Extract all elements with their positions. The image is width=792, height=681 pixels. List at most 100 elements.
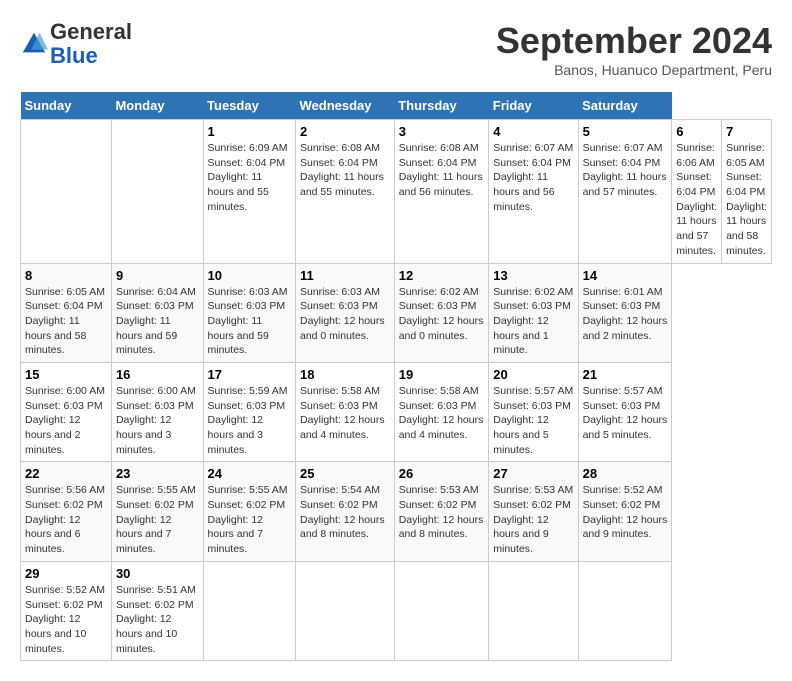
day-info: Sunrise: 6:01 AMSunset: 6:03 PMDaylight:… — [583, 285, 668, 344]
calendar-week-2: 8 Sunrise: 6:05 AMSunset: 6:04 PMDaylight… — [21, 263, 772, 362]
day-info: Sunrise: 6:03 AMSunset: 6:03 PMDaylight:… — [208, 285, 291, 358]
day-number: 22 — [25, 466, 107, 481]
calendar-cell: 2Sunrise: 6:08 AMSunset: 6:04 PMDaylight… — [295, 120, 394, 264]
calendar-cell: 24 Sunrise: 5:55 AMSunset: 6:02 PMDayligh… — [203, 462, 295, 561]
calendar-week-1: 1 Sunrise: 6:09 AMSunset: 6:04 PMDaylight… — [21, 120, 772, 264]
calendar-cell: 10Sunrise: 6:03 AMSunset: 6:03 PMDayligh… — [203, 263, 295, 362]
logo-icon — [20, 30, 48, 58]
calendar-cell: 1 Sunrise: 6:09 AMSunset: 6:04 PMDaylight… — [203, 120, 295, 264]
calendar-cell: 28 Sunrise: 5:52 AMSunset: 6:02 PMDayligh… — [578, 462, 672, 561]
day-info: Sunrise: 6:00 AMSunset: 6:03 PMDaylight:… — [25, 384, 107, 457]
calendar-cell: 20 Sunrise: 5:57 AMSunset: 6:03 PMDayligh… — [489, 362, 578, 461]
day-number: 5 — [583, 124, 668, 139]
day-info: Sunrise: 6:06 AMSunset: 6:04 PMDaylight:… — [676, 141, 717, 259]
day-info: Sunrise: 6:07 AMSunset: 6:04 PMDaylight:… — [493, 141, 573, 214]
day-info: Sunrise: 5:54 AMSunset: 6:02 PMDaylight:… — [300, 483, 390, 542]
day-info: Sunrise: 6:02 AMSunset: 6:03 PMDaylight:… — [493, 285, 573, 358]
day-info: Sunrise: 5:57 AMSunset: 6:03 PMDaylight:… — [583, 384, 668, 443]
day-number: 27 — [493, 466, 573, 481]
day-number: 28 — [583, 466, 668, 481]
day-info: Sunrise: 5:57 AMSunset: 6:03 PMDaylight:… — [493, 384, 573, 457]
day-info: Sunrise: 5:55 AMSunset: 6:02 PMDaylight:… — [116, 483, 199, 556]
page-header: GeneralBlue September 2024 Banos, Huanuc… — [20, 20, 772, 88]
day-info: Sunrise: 6:05 AMSunset: 6:04 PMDaylight:… — [25, 285, 107, 358]
day-number: 9 — [116, 268, 199, 283]
calendar-cell: 6 Sunrise: 6:06 AMSunset: 6:04 PMDaylight… — [672, 120, 722, 264]
calendar-cell: 3Sunrise: 6:08 AMSunset: 6:04 PMDaylight… — [394, 120, 489, 264]
calendar-cell: 9 Sunrise: 6:04 AMSunset: 6:03 PMDaylight… — [111, 263, 203, 362]
calendar-cell: 22 Sunrise: 5:56 AMSunset: 6:02 PMDayligh… — [21, 462, 112, 561]
calendar-cell — [489, 561, 578, 660]
day-info: Sunrise: 6:00 AMSunset: 6:03 PMDaylight:… — [116, 384, 199, 457]
day-number: 18 — [300, 367, 390, 382]
calendar-week-4: 22 Sunrise: 5:56 AMSunset: 6:02 PMDayligh… — [21, 462, 772, 561]
day-info: Sunrise: 5:58 AMSunset: 6:03 PMDaylight:… — [300, 384, 390, 443]
day-number: 8 — [25, 268, 107, 283]
day-number: 11 — [300, 268, 390, 283]
day-number: 14 — [583, 268, 668, 283]
day-number: 1 — [208, 124, 291, 139]
day-number: 16 — [116, 367, 199, 382]
day-info: Sunrise: 5:55 AMSunset: 6:02 PMDaylight:… — [208, 483, 291, 556]
day-info: Sunrise: 6:07 AMSunset: 6:04 PMDaylight:… — [583, 141, 668, 200]
calendar-cell: 18 Sunrise: 5:58 AMSunset: 6:03 PMDayligh… — [295, 362, 394, 461]
calendar-cell: 8 Sunrise: 6:05 AMSunset: 6:04 PMDaylight… — [21, 263, 112, 362]
day-number: 29 — [25, 566, 107, 581]
calendar-cell: 19 Sunrise: 5:58 AMSunset: 6:03 PMDayligh… — [394, 362, 489, 461]
calendar-cell: 25 Sunrise: 5:54 AMSunset: 6:02 PMDayligh… — [295, 462, 394, 561]
calendar-cell — [295, 561, 394, 660]
day-number: 4 — [493, 124, 573, 139]
day-number: 24 — [208, 466, 291, 481]
title-area: September 2024 Banos, Huanuco Department… — [496, 20, 772, 88]
day-number: 7 — [726, 124, 767, 139]
day-info: Sunrise: 5:56 AMSunset: 6:02 PMDaylight:… — [25, 483, 107, 556]
calendar-cell: 11 Sunrise: 6:03 AMSunset: 6:03 PMDayligh… — [295, 263, 394, 362]
calendar-cell: 7 Sunrise: 6:05 AMSunset: 6:04 PMDaylight… — [722, 120, 772, 264]
day-info: Sunrise: 6:08 AMSunset: 6:04 PMDaylight:… — [399, 141, 485, 200]
calendar-cell: 13 Sunrise: 6:02 AMSunset: 6:03 PMDayligh… — [489, 263, 578, 362]
day-info: Sunrise: 6:02 AMSunset: 6:03 PMDaylight:… — [399, 285, 485, 344]
calendar-cell: 29Sunrise: 5:52 AMSunset: 6:02 PMDayligh… — [21, 561, 112, 660]
calendar-cell: 15 Sunrise: 6:00 AMSunset: 6:03 PMDayligh… — [21, 362, 112, 461]
calendar-cell: 23 Sunrise: 5:55 AMSunset: 6:02 PMDayligh… — [111, 462, 203, 561]
day-number: 30 — [116, 566, 199, 581]
calendar-cell: 26Sunrise: 5:53 AMSunset: 6:02 PMDayligh… — [394, 462, 489, 561]
day-header-wednesday: Wednesday — [295, 92, 394, 120]
calendar-cell — [203, 561, 295, 660]
days-header-row: SundayMondayTuesdayWednesdayThursdayFrid… — [21, 92, 772, 120]
day-header-sunday: Sunday — [21, 92, 112, 120]
day-info: Sunrise: 6:08 AMSunset: 6:04 PMDaylight:… — [300, 141, 390, 200]
calendar-cell: 4 Sunrise: 6:07 AMSunset: 6:04 PMDaylight… — [489, 120, 578, 264]
day-info: Sunrise: 5:52 AMSunset: 6:02 PMDaylight:… — [583, 483, 668, 542]
calendar-cell: 16 Sunrise: 6:00 AMSunset: 6:03 PMDayligh… — [111, 362, 203, 461]
day-info: Sunrise: 5:53 AMSunset: 6:02 PMDaylight:… — [493, 483, 573, 556]
day-info: Sunrise: 5:51 AMSunset: 6:02 PMDaylight:… — [116, 583, 199, 656]
calendar-cell: 12Sunrise: 6:02 AMSunset: 6:03 PMDayligh… — [394, 263, 489, 362]
day-info: Sunrise: 5:53 AMSunset: 6:02 PMDaylight:… — [399, 483, 485, 542]
calendar-cell: 14 Sunrise: 6:01 AMSunset: 6:03 PMDayligh… — [578, 263, 672, 362]
day-number: 6 — [676, 124, 717, 139]
day-number: 19 — [399, 367, 485, 382]
day-info: Sunrise: 6:04 AMSunset: 6:03 PMDaylight:… — [116, 285, 199, 358]
calendar-cell — [578, 561, 672, 660]
day-info: Sunrise: 5:58 AMSunset: 6:03 PMDaylight:… — [399, 384, 485, 443]
day-number: 23 — [116, 466, 199, 481]
day-header-friday: Friday — [489, 92, 578, 120]
day-info: Sunrise: 6:03 AMSunset: 6:03 PMDaylight:… — [300, 285, 390, 344]
day-info: Sunrise: 5:59 AMSunset: 6:03 PMDaylight:… — [208, 384, 291, 457]
day-info: Sunrise: 6:09 AMSunset: 6:04 PMDaylight:… — [208, 141, 291, 214]
calendar-cell — [394, 561, 489, 660]
calendar-cell: 27 Sunrise: 5:53 AMSunset: 6:02 PMDayligh… — [489, 462, 578, 561]
day-info: Sunrise: 6:05 AMSunset: 6:04 PMDaylight:… — [726, 141, 767, 259]
day-number: 25 — [300, 466, 390, 481]
day-header-tuesday: Tuesday — [203, 92, 295, 120]
day-number: 20 — [493, 367, 573, 382]
day-number: 13 — [493, 268, 573, 283]
calendar-week-3: 15 Sunrise: 6:00 AMSunset: 6:03 PMDayligh… — [21, 362, 772, 461]
logo: GeneralBlue — [20, 20, 132, 68]
calendar-table: SundayMondayTuesdayWednesdayThursdayFrid… — [20, 92, 772, 661]
calendar-cell: 30 Sunrise: 5:51 AMSunset: 6:02 PMDayligh… — [111, 561, 203, 660]
day-number: 15 — [25, 367, 107, 382]
day-header-saturday: Saturday — [578, 92, 672, 120]
calendar-cell: 17Sunrise: 5:59 AMSunset: 6:03 PMDayligh… — [203, 362, 295, 461]
